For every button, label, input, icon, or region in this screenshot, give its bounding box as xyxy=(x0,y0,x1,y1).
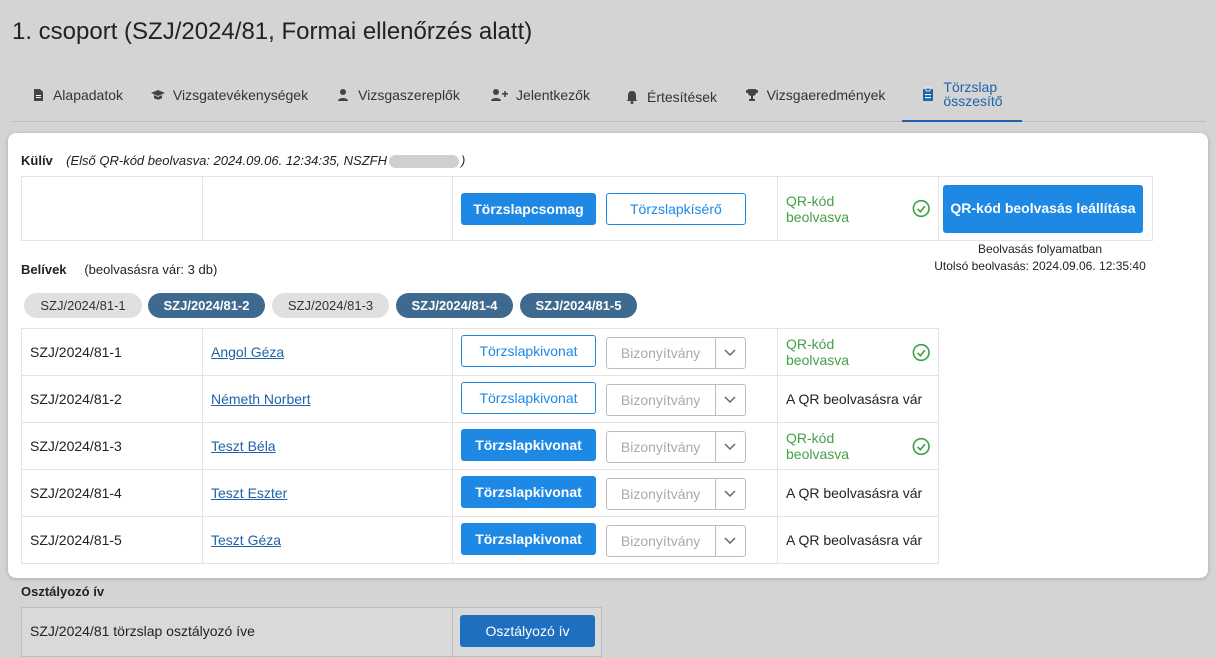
chevron-down-icon xyxy=(714,525,745,556)
select-value: Bizonyítvány xyxy=(620,391,701,408)
qr-status-text: A QR beolvasásra vár xyxy=(777,516,939,564)
bizonyitvany-select[interactable]: Bizonyítvány xyxy=(605,524,746,557)
check-circle-icon xyxy=(912,343,930,361)
table-row: SZJ/2024/81-4 Teszt Eszter Törzslapkivon… xyxy=(21,469,939,517)
tab-label: Vizsgaszereplők xyxy=(358,87,460,103)
torzslapkivonat-button[interactable]: Törzslapkivonat xyxy=(461,429,596,462)
osztalyozo-title: Osztályozó ív xyxy=(21,584,105,599)
table-row: SZJ/2024/81-2 Németh Norbert Törzslapkiv… xyxy=(21,375,939,423)
chip-szj-81-5[interactable]: SZJ/2024/81-5 xyxy=(520,293,637,318)
tab-label: Alapadatok xyxy=(52,87,124,103)
kuliv-subtitle: (Első QR-kód beolvasva: 2024.09.06. 12:3… xyxy=(66,153,466,169)
student-link[interactable]: Teszt Eszter xyxy=(211,485,287,501)
chip-szj-81-1[interactable]: SZJ/2024/81-1 xyxy=(24,293,142,318)
belivek-table: SZJ/2024/81-1 Angol Géza Törzslapkivonat… xyxy=(21,328,939,564)
scan-status: Beolvasás folyamatban xyxy=(977,242,1103,256)
chevron-down-icon xyxy=(714,431,745,462)
qr-status-text: A QR beolvasásra vár xyxy=(777,469,939,517)
tab-label-line2: összesítő xyxy=(943,93,1003,109)
qr-status: QR-kód beolvasva xyxy=(786,430,930,462)
row-id: SZJ/2024/81-5 xyxy=(21,516,203,564)
belivek-subtitle: (beolvasásra vár: 3 db) xyxy=(84,262,218,277)
tab-bar: Alapadatok Vizsgatevékenységek Vizsgasze… xyxy=(12,68,1206,122)
chevron-down-icon xyxy=(714,478,745,509)
qr-status: QR-kód beolvasva xyxy=(786,193,930,225)
qr-status: QR-kód beolvasva xyxy=(786,336,930,368)
select-value: Bizonyítvány xyxy=(620,438,701,455)
last-scan: Utolsó beolvasás: 2024.09.06. 12:35:40 xyxy=(934,259,1146,273)
check-circle-icon xyxy=(912,199,930,218)
tab-ertesitesek[interactable]: Értesítések xyxy=(616,70,726,124)
chip-szj-81-4[interactable]: SZJ/2024/81-4 xyxy=(396,293,513,318)
torzslapcsomag-button[interactable]: Törzslapcsomag xyxy=(461,192,596,225)
torzslapkivonat-button[interactable]: Törzslapkivonat xyxy=(461,335,596,368)
tab-vizsgaszereplok[interactable]: Vizsgaszereplők xyxy=(330,68,466,122)
student-link[interactable]: Teszt Béla xyxy=(211,438,276,454)
kuliv-subtitle-suffix: ) xyxy=(460,153,466,168)
qr-status-text: QR-kód beolvasva xyxy=(786,430,850,462)
graduation-cap-icon xyxy=(150,88,165,102)
bell-icon xyxy=(625,90,639,104)
belivek-title: Belívek xyxy=(21,262,67,277)
bizonyitvany-select[interactable]: Bizonyítvány xyxy=(605,336,746,369)
osztalyozo-label: SZJ/2024/81 törzslap osztályozó íve xyxy=(22,608,453,658)
document-icon xyxy=(31,88,45,102)
select-value: Bizonyítvány xyxy=(620,344,701,361)
tab-alapadatok[interactable]: Alapadatok xyxy=(18,68,136,122)
row-id: SZJ/2024/81-3 xyxy=(21,422,203,470)
chip-szj-81-3[interactable]: SZJ/2024/81-3 xyxy=(272,293,389,318)
table-row: SZJ/2024/81-5 Teszt Géza Törzslapkivonat… xyxy=(21,516,939,564)
qr-stop-button[interactable]: QR-kód beolvasás leállítása xyxy=(943,184,1143,233)
table-row: SZJ/2024/81-1 Angol Géza Törzslapkivonat… xyxy=(21,328,939,376)
select-value: Bizonyítvány xyxy=(620,532,701,549)
torzslapkisero-button[interactable]: Törzslapkísérő xyxy=(605,192,746,225)
osztalyozo-row: SZJ/2024/81 törzslap osztályozó íve Oszt… xyxy=(21,607,602,658)
qr-status-text: QR-kód beolvasva xyxy=(786,192,850,225)
bizonyitvany-select[interactable]: Bizonyítvány xyxy=(605,477,746,510)
trophy-icon xyxy=(745,88,759,102)
kuliv-title: Külív xyxy=(21,153,53,168)
tab-vizsgaeredmenyek[interactable]: Vizsgaeredmények xyxy=(740,68,890,122)
torzslapkivonat-button[interactable]: Törzslapkivonat xyxy=(461,523,596,556)
qr-status-text: A QR beolvasásra vár xyxy=(777,375,939,423)
row-id: SZJ/2024/81-4 xyxy=(21,469,203,517)
table-row: Törzslapcsomag Törzslapkísérő QR-kód beo… xyxy=(21,176,1153,241)
table-row: SZJ/2024/81-3 Teszt Béla Törzslapkivonat… xyxy=(21,422,939,470)
person-add-icon xyxy=(490,88,509,102)
person-icon xyxy=(336,88,350,102)
qr-status-text: QR-kód beolvasva xyxy=(786,336,850,368)
tab-torzslap-osszesito[interactable]: Törzslap összesítő xyxy=(902,68,1022,122)
bizonyitvany-select[interactable]: Bizonyítvány xyxy=(605,383,746,416)
tab-label: Értesítések xyxy=(646,89,718,105)
row-id: SZJ/2024/81-1 xyxy=(21,328,203,376)
row-id: SZJ/2024/81-2 xyxy=(21,375,203,423)
check-circle-icon xyxy=(912,437,930,455)
page-title: 1. csoport (SZJ/2024/81, Formai ellenőrz… xyxy=(12,18,533,45)
torzslapkivonat-button[interactable]: Törzslapkivonat xyxy=(461,476,596,509)
chevron-down-icon xyxy=(714,337,745,368)
osztalyozo-button[interactable]: Osztályozó ív xyxy=(460,615,595,647)
tab-label: Vizsgatevékenységek xyxy=(172,87,309,103)
kuliv-subtitle-text: (Első QR-kód beolvasva: 2024.09.06. 12:3… xyxy=(66,153,387,168)
redacted-mask xyxy=(388,155,459,169)
clipboard-icon xyxy=(921,87,935,101)
student-link[interactable]: Németh Norbert xyxy=(211,391,311,407)
tab-label: Vizsgaeredmények xyxy=(766,87,886,103)
select-value: Bizonyítvány xyxy=(620,485,701,502)
student-link[interactable]: Angol Géza xyxy=(211,344,284,360)
tab-jelentkezok[interactable]: Jelentkezők xyxy=(484,68,596,122)
torzslapkivonat-button[interactable]: Törzslapkivonat xyxy=(461,382,596,415)
chevron-down-icon xyxy=(714,384,745,415)
student-link[interactable]: Teszt Géza xyxy=(211,532,281,548)
bizonyitvany-select[interactable]: Bizonyítvány xyxy=(605,430,746,463)
kuliv-table: Törzslapcsomag Törzslapkísérő QR-kód beo… xyxy=(21,176,1153,241)
tab-vizsgatevekenysegek[interactable]: Vizsgatevékenységek xyxy=(142,68,317,122)
tab-label: Jelentkezők xyxy=(516,87,590,103)
chip-szj-81-2[interactable]: SZJ/2024/81-2 xyxy=(148,293,265,318)
